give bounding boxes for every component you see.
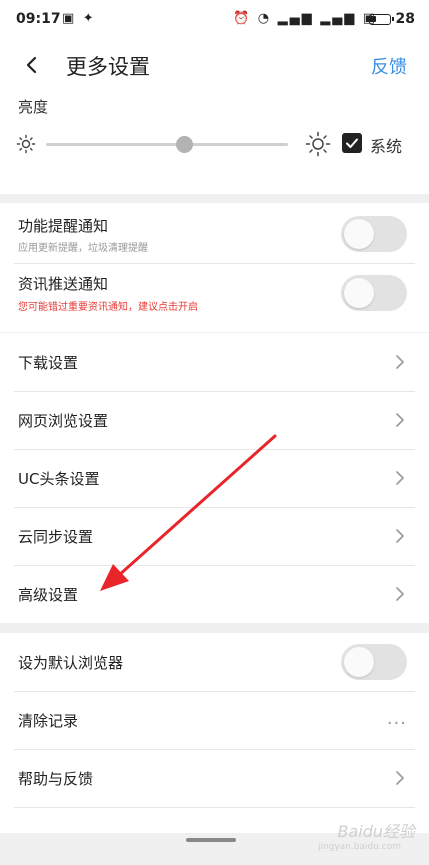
sun-small-icon [16,134,36,154]
notification-row-news[interactable]: 资讯推送通知 您可能错过重要资讯通知，建议点击开启 [0,264,429,324]
list-item-help-feedback[interactable]: 帮助与反馈 [0,749,429,807]
sun-large-icon [305,131,331,157]
watermark-logo: Baidu经验 [337,822,415,841]
browser-options-list: 设为默认浏览器 清除记录 ··· 帮助与反馈 [0,633,429,833]
app-header: 更多设置 反馈 [0,40,429,90]
chevron-right-icon [396,771,404,785]
brightness-section: 亮度 系统 [0,90,429,194]
list-item-default-browser[interactable]: 设为默认浏览器 [0,633,429,691]
list-item-label: 云同步设置 [18,528,94,546]
default-browser-toggle[interactable] [341,644,407,680]
brightness-slider[interactable] [46,136,288,153]
divider [14,807,415,808]
function-notify-toggle[interactable] [341,216,407,252]
list-item-clear-records[interactable]: 清除记录 ··· [0,691,429,749]
back-arrow-icon[interactable] [18,51,46,79]
list-item-download[interactable]: 下载设置 [0,333,429,391]
check-icon [346,138,358,148]
row-warning-sublabel: 您可能错过重要资讯通知，建议点击开启 [18,302,198,313]
system-brightness-label: 系统 [370,137,403,156]
chevron-right-icon [396,471,404,485]
battery-level: 28 [395,11,415,27]
slider-thumb[interactable] [175,136,193,153]
brightness-label: 亮度 [18,98,49,116]
list-item-label: UC头条设置 [18,470,100,488]
notification-icons: ▣ ✦ [62,11,96,26]
news-push-toggle[interactable] [341,275,407,311]
list-item-label: 网页浏览设置 [18,412,109,430]
chevron-right-icon [396,587,404,601]
notification-row-function[interactable]: 功能提醒通知 应用更新提醒，垃圾清理提醒 [0,203,429,263]
chevron-right-icon [396,355,404,369]
list-item-label: 帮助与反馈 [18,770,94,788]
list-item-label: 设为默认浏览器 [18,654,124,672]
list-item-label: 清除记录 [18,712,79,730]
more-dots-icon: ··· [386,713,407,734]
page-title: 更多设置 [66,55,150,79]
settings-list: 下载设置 网页浏览设置 UC头条设置 云同步设置 高级设置 [0,333,429,623]
list-item-label: 下载设置 [18,354,79,372]
status-time: 09:17 [16,11,61,27]
notification-section: 功能提醒通知 应用更新提醒，垃圾清理提醒 资讯推送通知 您可能错过重要资讯通知，… [0,203,429,332]
list-item-advanced[interactable]: 高级设置 [0,565,429,623]
chevron-right-icon [396,413,404,427]
row-label: 资讯推送通知 [18,275,109,293]
list-item-cloud-sync[interactable]: 云同步设置 [0,507,429,565]
feedback-button[interactable]: 反馈 [371,53,407,79]
watermark-url: jingyan.baidu.com [317,842,401,852]
list-item-label: 高级设置 [18,586,79,604]
row-label: 功能提醒通知 [18,217,109,235]
system-brightness-checkbox[interactable] [342,133,362,153]
signal-icons: ⏰ ◔ ▂▄▆ ▂▄▆ ▣ [233,11,377,26]
status-bar: 09:17 ▣ ✦ ⏰ ◔ ▂▄▆ ▂▄▆ ▣ 28 [0,0,429,40]
list-item-uc-headline[interactable]: UC头条设置 [0,449,429,507]
chevron-right-icon [396,529,404,543]
row-sublabel: 应用更新提醒，垃圾清理提醒 [18,243,148,254]
list-item-web-browse[interactable]: 网页浏览设置 [0,391,429,449]
home-indicator[interactable] [186,838,236,842]
battery-icon [369,14,394,25]
